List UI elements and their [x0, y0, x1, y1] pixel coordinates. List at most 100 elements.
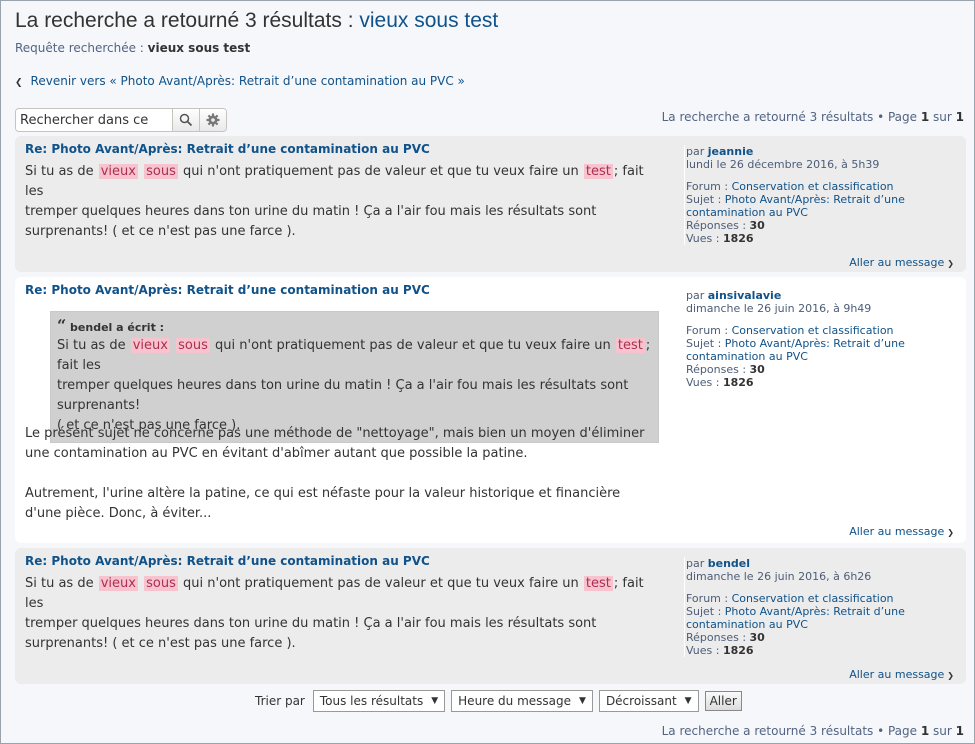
- author-link[interactable]: bendel: [708, 557, 750, 570]
- content-text: tremper quelques heures dans ton urine d…: [25, 616, 597, 631]
- views-label: Vues :: [686, 644, 723, 657]
- search-box: [15, 108, 227, 132]
- quote-author: bendel a écrit :: [70, 321, 165, 334]
- jump-label[interactable]: Aller au message: [849, 668, 944, 681]
- forum-link[interactable]: Conservation et classification: [732, 180, 894, 193]
- pagination-bottom: La recherche a retourné 3 résultats • Pa…: [662, 724, 964, 738]
- result-content: Le présent sujet ne concerne pas une mét…: [25, 424, 655, 524]
- sort-direction-select[interactable]: Décroissant ▼: [598, 690, 699, 712]
- pagination-page: 1: [920, 724, 930, 738]
- gear-icon: [206, 113, 220, 127]
- author-link[interactable]: ainsivalavie: [708, 289, 782, 302]
- sort-scope-select[interactable]: Tous les résultats ▼: [312, 690, 446, 712]
- keyword-highlight: sous: [176, 338, 210, 353]
- chevron-left-icon: ❮: [15, 78, 23, 88]
- go-button[interactable]: Aller: [704, 691, 742, 711]
- post-date: dimanche le 26 juin 2016, à 6h26: [686, 570, 872, 583]
- keyword-highlight: vieux: [130, 338, 170, 353]
- views-count: 1826: [722, 376, 754, 389]
- forum-link[interactable]: Conservation et classification: [732, 592, 894, 605]
- replies-label: Réponses :: [686, 363, 750, 376]
- search-icon: [179, 113, 193, 127]
- sort-label: Trier par: [255, 694, 305, 708]
- content-text: surprenants! ( et ce n'est pas une farce…: [25, 224, 296, 239]
- chevron-down-icon: ▼: [431, 696, 439, 706]
- search-button[interactable]: [172, 109, 199, 131]
- author-link[interactable]: jeannie: [708, 145, 754, 158]
- result-title[interactable]: Re: Photo Avant/Après: Retrait d’une con…: [25, 554, 430, 568]
- by-label: par: [686, 145, 708, 158]
- content-text: tremper quelques heures dans ton urine d…: [25, 204, 597, 219]
- chevron-down-icon: ▼: [579, 696, 586, 706]
- title-prefix: La recherche a retourné 3 résultats :: [15, 9, 360, 32]
- query-label: Requête recherchée :: [15, 41, 148, 55]
- chevron-down-icon: ▼: [684, 696, 692, 706]
- post-date: dimanche le 26 juin 2016, à 9h49: [686, 302, 872, 315]
- search-result: Re: Photo Avant/Après: Retrait d’une con…: [15, 277, 966, 543]
- jump-to-post-link[interactable]: Aller au message ❯: [849, 256, 954, 269]
- pagination-top: La recherche a retourné 3 résultats • Pa…: [662, 110, 964, 124]
- result-meta: par jeannie lundi le 26 décembre 2016, à…: [684, 145, 936, 245]
- search-input[interactable]: [16, 109, 172, 131]
- keyword-highlight: test: [615, 338, 645, 353]
- chevron-right-icon: ❯: [947, 671, 954, 680]
- sort-key-value: Heure du message: [458, 694, 572, 708]
- search-results-page: La recherche a retourné 3 résultats : vi…: [0, 0, 975, 744]
- sort-key-select[interactable]: Heure du message ▼: [451, 690, 593, 712]
- result-content: Si tu as de vieux sous qui n'ont pratiqu…: [25, 162, 665, 242]
- topic-label: Sujet :: [686, 605, 725, 618]
- pagination-page: 1: [920, 110, 930, 124]
- content-paragraph: Autrement, l'urine altère la patine, ce …: [25, 486, 621, 521]
- title-keywords[interactable]: vieux sous test: [359, 9, 498, 32]
- replies-count: 30: [749, 631, 765, 644]
- search-result: Re: Photo Avant/Après: Retrait d’une con…: [15, 548, 966, 684]
- back-link[interactable]: ❮ Revenir vers « Photo Avant/Après: Retra…: [15, 74, 465, 88]
- jump-to-post-link[interactable]: Aller au message ❯: [849, 668, 954, 681]
- jump-label[interactable]: Aller au message: [849, 256, 944, 269]
- replies-count: 30: [749, 219, 765, 232]
- result-meta: par ainsivalavie dimanche le 26 juin 201…: [684, 289, 936, 389]
- result-title[interactable]: Re: Photo Avant/Après: Retrait d’une con…: [25, 142, 430, 156]
- by-label: par: [686, 289, 708, 302]
- content-text: Si tu as de: [25, 576, 94, 591]
- content-paragraph: Le présent sujet ne concerne pas une mét…: [25, 426, 645, 461]
- sort-bar: Trier par Tous les résultats ▼ Heure du m…: [255, 690, 742, 712]
- content-text: qui n'ont pratiquement pas de valeur et …: [183, 164, 579, 179]
- replies-label: Réponses :: [686, 219, 750, 232]
- keyword-highlight: test: [583, 164, 613, 179]
- jump-label[interactable]: Aller au message: [849, 525, 944, 538]
- keyword-highlight: vieux: [98, 576, 138, 591]
- quote-text: qui n'ont pratiquement pas de valeur et …: [215, 338, 611, 353]
- quote-text: tremper quelques heures dans ton urine d…: [57, 378, 629, 413]
- sort-scope-value: Tous les résultats: [319, 694, 424, 708]
- search-query-line: Requête recherchée : vieux sous test: [15, 41, 250, 55]
- forum-link[interactable]: Conservation et classification: [732, 324, 894, 337]
- views-count: 1826: [722, 232, 754, 245]
- content-text: Si tu as de: [25, 164, 94, 179]
- search-result: Re: Photo Avant/Après: Retrait d’une con…: [15, 136, 966, 272]
- keyword-highlight: sous: [144, 164, 178, 179]
- back-link-text[interactable]: Revenir vers « Photo Avant/Après: Retrai…: [31, 74, 465, 88]
- quote-cite: “ bendel a écrit :: [57, 318, 652, 336]
- chevron-right-icon: ❯: [947, 528, 954, 537]
- query-value: vieux sous test: [147, 41, 251, 55]
- views-count: 1826: [722, 644, 754, 657]
- result-title[interactable]: Re: Photo Avant/Après: Retrait d’une con…: [25, 283, 430, 297]
- replies-count: 30: [749, 363, 765, 376]
- forum-label: Forum :: [686, 592, 732, 605]
- pagination-text: La recherche a retourné 3 résultats • Pa…: [661, 110, 921, 124]
- topic-label: Sujet :: [686, 193, 725, 206]
- jump-to-post-link[interactable]: Aller au message ❯: [849, 525, 954, 538]
- content-text: surprenants! ( et ce n'est pas une farce…: [25, 636, 296, 651]
- keyword-highlight: test: [583, 576, 613, 591]
- result-meta: par bendel dimanche le 26 juin 2016, à 6…: [684, 557, 936, 657]
- sort-direction-value: Décroissant: [605, 694, 677, 708]
- chevron-right-icon: ❯: [947, 259, 954, 268]
- pagination-of: sur: [929, 724, 956, 738]
- pagination-total: 1: [955, 110, 964, 124]
- replies-label: Réponses :: [686, 631, 750, 644]
- views-label: Vues :: [686, 376, 723, 389]
- advanced-search-button[interactable]: [199, 109, 226, 131]
- views-label: Vues :: [686, 232, 723, 245]
- forum-label: Forum :: [686, 324, 732, 337]
